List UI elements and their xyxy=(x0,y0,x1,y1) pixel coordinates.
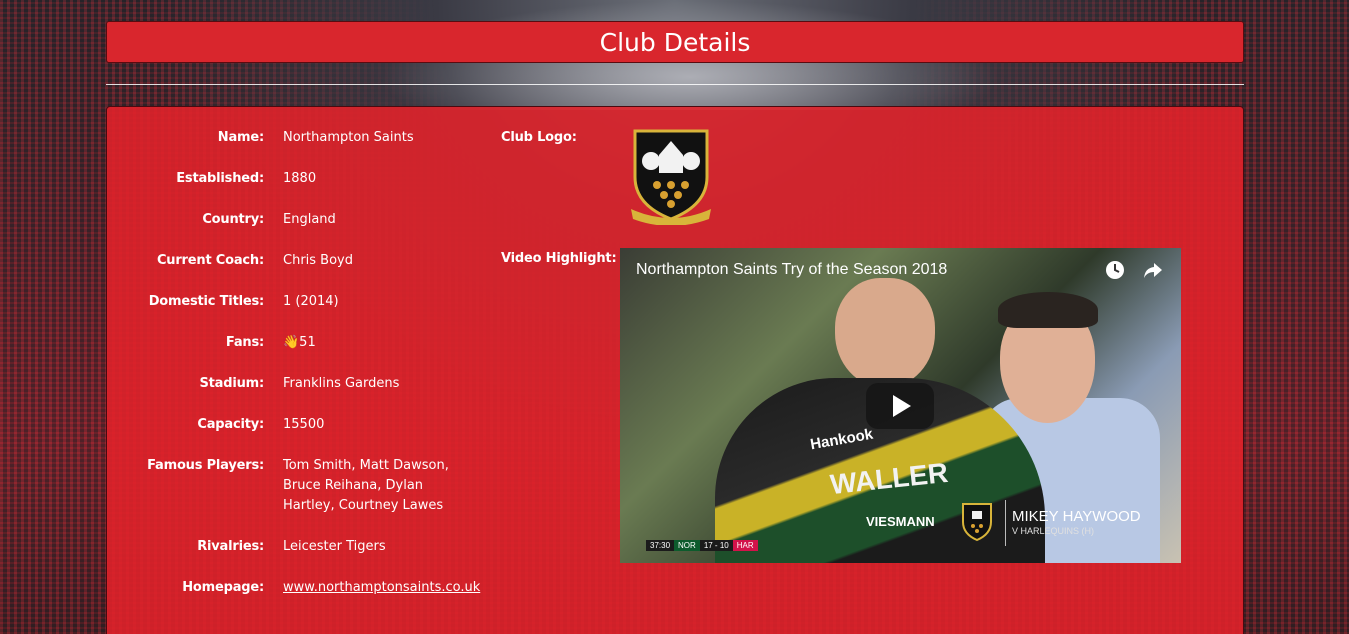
away-team: HAR xyxy=(732,540,758,551)
detail-row-capacity: Capacity: 15500 xyxy=(107,415,567,435)
caption-divider xyxy=(1005,500,1006,546)
club-details-panel: Name: Northampton Saints Established: 18… xyxy=(106,106,1244,634)
detail-value: England xyxy=(283,212,336,227)
northampton-saints-crest-icon xyxy=(631,129,711,225)
play-button[interactable] xyxy=(866,383,934,429)
detail-value: 1 (2014) xyxy=(283,294,339,309)
detail-label: Stadium: xyxy=(199,376,264,391)
video-top-controls xyxy=(1105,260,1163,280)
detail-row-players: Famous Players: Tom Smith, Matt Dawson, … xyxy=(107,456,567,516)
detail-row-homepage: Homepage: www.northamptonsaints.co.uk xyxy=(107,578,567,598)
detail-label: Fans: xyxy=(225,335,264,350)
home-team: NOR xyxy=(674,540,700,551)
detail-row-name: Name: Northampton Saints xyxy=(107,128,567,148)
share-icon[interactable] xyxy=(1143,260,1163,280)
play-icon xyxy=(893,395,911,417)
detail-label: Established: xyxy=(176,171,264,186)
detail-row-rivalries: Rivalries: Leicester Tigers xyxy=(107,537,567,557)
detail-value: Leicester Tigers xyxy=(283,539,386,554)
homepage-link[interactable]: www.northamptonsaints.co.uk xyxy=(283,580,480,595)
detail-value: 👋51 xyxy=(283,335,316,350)
club-logo-label: Club Logo: xyxy=(501,130,577,145)
detail-value: Northampton Saints xyxy=(283,130,414,145)
video-figure xyxy=(835,278,935,388)
detail-row-coach: Current Coach: Chris Boyd xyxy=(107,251,567,271)
detail-label: Rivalries: xyxy=(197,539,264,554)
broadcast-sponsor: VIESMANN xyxy=(866,514,935,529)
detail-row-titles: Domestic Titles: 1 (2014) xyxy=(107,292,567,312)
scoreboard: 37:30 NOR 17 - 10 HAR xyxy=(646,540,758,551)
northampton-saints-crest-icon xyxy=(962,503,992,542)
watch-later-icon[interactable] xyxy=(1105,260,1125,280)
video-figure xyxy=(998,292,1098,328)
detail-value: 1880 xyxy=(283,171,317,186)
detail-label: Domestic Titles: xyxy=(148,294,264,309)
detail-row-established: Established: 1880 xyxy=(107,169,567,189)
video-title[interactable]: Northampton Saints Try of the Season 201… xyxy=(636,261,947,279)
score: 17 - 10 xyxy=(699,540,733,551)
detail-label: Country: xyxy=(202,212,264,227)
caption-match: V HARLEQUINS (H) xyxy=(1012,526,1095,536)
detail-label: Name: xyxy=(217,130,264,145)
header-divider xyxy=(106,84,1244,85)
detail-label: Famous Players: xyxy=(147,458,264,473)
detail-value: Chris Boyd xyxy=(283,253,353,268)
match-clock: 37:30 xyxy=(646,540,675,551)
video-highlight-label: Video Highlight: xyxy=(501,251,617,266)
detail-row-fans: Fans: 👋51 xyxy=(107,333,567,353)
detail-label: Current Coach: xyxy=(156,253,264,268)
detail-value: www.northamptonsaints.co.uk xyxy=(283,578,480,598)
detail-value: 15500 xyxy=(283,417,325,432)
page-header: Club Details xyxy=(106,21,1244,63)
detail-value: Tom Smith, Matt Dawson, Bruce Reihana, D… xyxy=(283,458,449,513)
video-player[interactable]: Hankook WALLER Northampton Saints Try of… xyxy=(620,248,1181,563)
page-title: Club Details xyxy=(599,27,751,57)
detail-row-country: Country: England xyxy=(107,210,567,230)
caption-player-name: MIKEY HAYWOOD xyxy=(1012,508,1141,525)
detail-value: Franklins Gardens xyxy=(283,376,400,391)
detail-label: Capacity: xyxy=(197,417,264,432)
detail-row-stadium: Stadium: Franklins Gardens xyxy=(107,374,567,394)
detail-label: Homepage: xyxy=(182,580,264,595)
